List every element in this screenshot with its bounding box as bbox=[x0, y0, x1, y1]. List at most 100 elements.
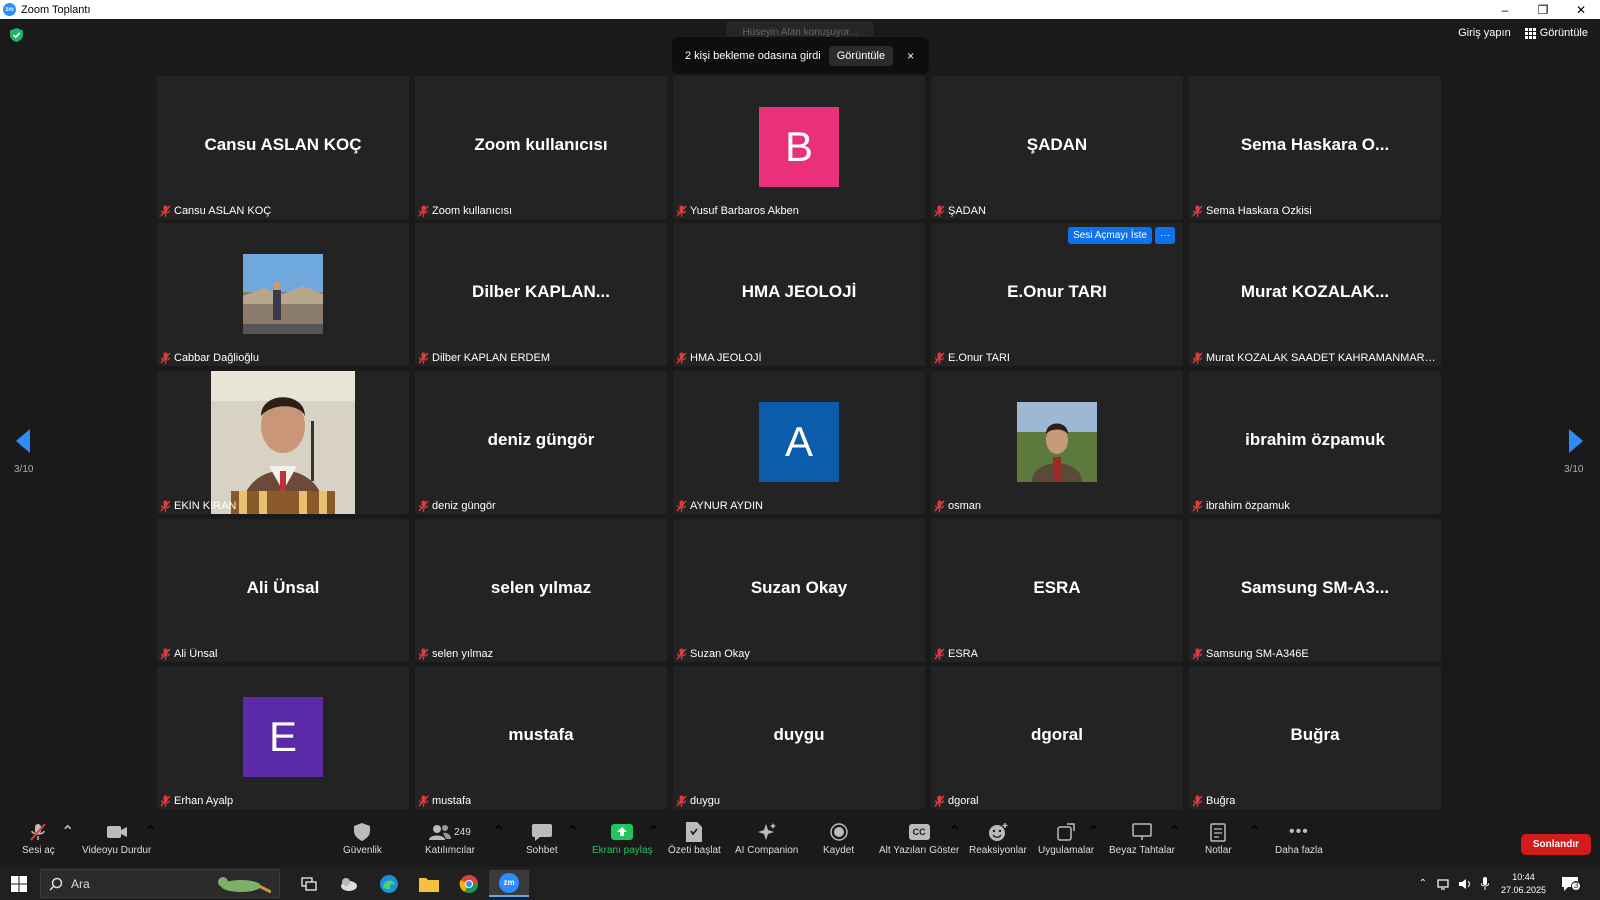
share-screen-icon bbox=[611, 824, 634, 840]
video-options-caret[interactable]: ⌃ bbox=[144, 822, 157, 842]
chrome-browser-icon[interactable] bbox=[449, 870, 489, 897]
participant-tile[interactable]: Samsung SM-A3... Samsung SM-A346E bbox=[1189, 519, 1441, 662]
video-camera-icon bbox=[106, 826, 127, 838]
notes-button[interactable]: Notlar bbox=[1205, 822, 1232, 856]
stop-video-button[interactable]: Videoyu Durdur bbox=[82, 822, 151, 856]
participant-tile[interactable]: ibrahim özpamuk ibrahim özpamuk bbox=[1189, 371, 1441, 514]
participants-options-caret[interactable]: ⌃ bbox=[492, 822, 505, 842]
participant-tile[interactable]: HMA JEOLOJİ HMA JEOLOJİ bbox=[673, 223, 925, 366]
participant-name-label: ibrahim özpamuk bbox=[1206, 500, 1290, 512]
participant-tile[interactable]: ŞADAN ŞADAN bbox=[931, 76, 1183, 219]
ask-to-unmute-button[interactable]: Sesi Açmayı İste bbox=[1068, 227, 1152, 244]
close-window-button[interactable]: ✕ bbox=[1562, 0, 1600, 19]
more-button[interactable]: ••• Daha fazla bbox=[1275, 822, 1323, 856]
taskbar-search-box[interactable]: Ara bbox=[40, 869, 280, 898]
participant-tile[interactable]: Cansu ASLAN KOÇ Cansu ASLAN KOÇ bbox=[157, 76, 409, 219]
notification-center-button[interactable]: 3 bbox=[1560, 873, 1582, 895]
end-meeting-button[interactable]: Sonlandır bbox=[1520, 834, 1591, 855]
participant-name-label: Sema Haskara Ozkisi bbox=[1206, 205, 1312, 217]
chat-button[interactable]: Sohbet bbox=[526, 822, 558, 856]
participant-tile[interactable]: mustafa mustafa bbox=[415, 666, 667, 809]
participant-nameplate: osman bbox=[934, 500, 981, 512]
weather-app-icon[interactable] bbox=[329, 870, 369, 897]
participant-tile[interactable]: EKİN KIRAN bbox=[157, 371, 409, 514]
participant-tile[interactable]: Murat KOZALAK... Murat KOZALAK SAADET KAH… bbox=[1189, 223, 1441, 366]
notes-options-caret[interactable]: ⌃ bbox=[1248, 822, 1261, 842]
participant-avatar: E bbox=[243, 697, 323, 777]
windows-start-icon[interactable] bbox=[11, 876, 27, 892]
participant-name-label: Cabbar Dağlioğlu bbox=[174, 352, 259, 364]
task-view-icon[interactable] bbox=[289, 870, 329, 897]
participant-name-label: Erhan Ayalp bbox=[174, 795, 234, 807]
apps-button[interactable]: Uygulamalar bbox=[1038, 822, 1094, 856]
record-button[interactable]: Kaydet bbox=[823, 822, 854, 856]
zoom-taskbar-icon[interactable]: zm bbox=[489, 870, 529, 897]
ai-sparkle-icon bbox=[757, 823, 776, 840]
mic-muted-icon bbox=[160, 205, 171, 217]
participant-tile[interactable]: Suzan Okay Suzan Okay bbox=[673, 519, 925, 662]
share-screen-button[interactable]: Ekranı paylaş bbox=[592, 822, 653, 856]
network-icon[interactable] bbox=[1437, 878, 1451, 890]
start-summary-button[interactable]: Özeti başlat bbox=[668, 822, 721, 856]
participant-tile[interactable]: deniz güngör deniz güngör bbox=[415, 371, 667, 514]
participant-tile[interactable]: E.Onur TARI Sesi Açmayı İste ··· E.Onur T… bbox=[931, 223, 1183, 366]
minimize-button[interactable]: – bbox=[1486, 0, 1524, 19]
security-button[interactable]: Güvenlik bbox=[343, 822, 382, 856]
participant-tile[interactable]: B Yusuf Barbaros Akben bbox=[673, 76, 925, 219]
view-waiting-room-button[interactable]: Görüntüle bbox=[828, 45, 894, 66]
signin-button[interactable]: Giriş yapın bbox=[1458, 27, 1511, 39]
next-page-arrow-icon[interactable] bbox=[1569, 429, 1583, 453]
microphone-in-use-icon[interactable] bbox=[1480, 877, 1489, 890]
close-notification-icon[interactable]: × bbox=[907, 49, 914, 63]
participant-tile[interactable]: Zoom kullanıcısı Zoom kullanıcısı bbox=[415, 76, 667, 219]
participant-tile[interactable]: osman bbox=[931, 371, 1183, 514]
participant-nameplate: HMA JEOLOJİ bbox=[676, 352, 762, 364]
taskbar-clock[interactable]: 10:44 27.06.2025 bbox=[1501, 871, 1546, 897]
participant-tile[interactable]: ESRA ESRA bbox=[931, 519, 1183, 662]
apps-options-caret[interactable]: ⌃ bbox=[1087, 822, 1100, 842]
tray-overflow-chevron-icon[interactable]: ⌃ bbox=[1419, 878, 1427, 889]
ai-companion-button[interactable]: AI Companion bbox=[735, 822, 798, 856]
participant-name-label: ŞADAN bbox=[948, 205, 986, 217]
previous-page-arrow-icon[interactable] bbox=[16, 429, 30, 453]
participant-tile[interactable]: Cabbar Dağlioğlu bbox=[157, 223, 409, 366]
participant-tile[interactable]: A AYNUR AYDIN bbox=[673, 371, 925, 514]
security-shield-icon bbox=[354, 823, 371, 841]
view-button[interactable]: Görüntüle bbox=[1524, 27, 1588, 39]
volume-icon[interactable] bbox=[1458, 878, 1473, 890]
participant-tile[interactable]: duygu duygu bbox=[673, 666, 925, 809]
participant-tile[interactable]: selen yılmaz selen yılmaz bbox=[415, 519, 667, 662]
meeting-toolbar: Sesi aç ⌃ Videoyu Durdur ⌃ Güvenlik 249 … bbox=[0, 816, 1600, 867]
chat-bubble-icon bbox=[531, 824, 552, 841]
encryption-shield-icon[interactable] bbox=[10, 28, 23, 42]
restore-button[interactable]: ❐ bbox=[1524, 0, 1562, 19]
participant-display-name: Suzan Okay bbox=[750, 578, 848, 597]
participants-button[interactable]: 249 Katılımcılar bbox=[425, 822, 475, 856]
participant-tile[interactable]: dgoral dgoral bbox=[931, 666, 1183, 809]
participant-tile[interactable]: Ali Ünsal Ali Ünsal bbox=[157, 519, 409, 662]
participant-tile[interactable]: E Erhan Ayalp bbox=[157, 666, 409, 809]
participant-tile[interactable]: Sema Haskara O... Sema Haskara Ozkisi bbox=[1189, 76, 1441, 219]
audio-options-caret[interactable]: ⌃ bbox=[61, 822, 74, 842]
participant-tile[interactable]: Buğra Buğra bbox=[1189, 666, 1441, 809]
clock-time: 10:44 bbox=[1512, 871, 1535, 882]
summary-document-icon bbox=[686, 822, 703, 842]
tile-more-options-button[interactable]: ··· bbox=[1155, 227, 1175, 244]
participant-nameplate: mustafa bbox=[418, 795, 471, 807]
unmute-button[interactable]: Sesi aç bbox=[22, 822, 55, 856]
participant-display-name: ESRA bbox=[1033, 578, 1081, 597]
chat-options-caret[interactable]: ⌃ bbox=[566, 822, 579, 842]
whiteboards-button[interactable]: Beyaz Tahtalar bbox=[1109, 822, 1175, 856]
participant-avatar: A bbox=[759, 402, 839, 482]
participant-nameplate: Yusuf Barbaros Akben bbox=[676, 205, 799, 217]
share-options-caret[interactable]: ⌃ bbox=[647, 822, 660, 842]
participant-display-name: deniz güngör bbox=[487, 430, 595, 449]
participants-icon bbox=[429, 825, 452, 840]
whiteboards-options-caret[interactable]: ⌃ bbox=[1168, 822, 1181, 842]
more-label: Daha fazla bbox=[1275, 845, 1323, 856]
reactions-button[interactable]: Reaksiyonlar bbox=[969, 822, 1027, 856]
edge-browser-icon[interactable] bbox=[369, 870, 409, 897]
captions-options-caret[interactable]: ⌃ bbox=[948, 822, 961, 842]
participant-tile[interactable]: Dilber KAPLAN... Dilber KAPLAN ERDEM bbox=[415, 223, 667, 366]
file-explorer-icon[interactable] bbox=[409, 870, 449, 897]
